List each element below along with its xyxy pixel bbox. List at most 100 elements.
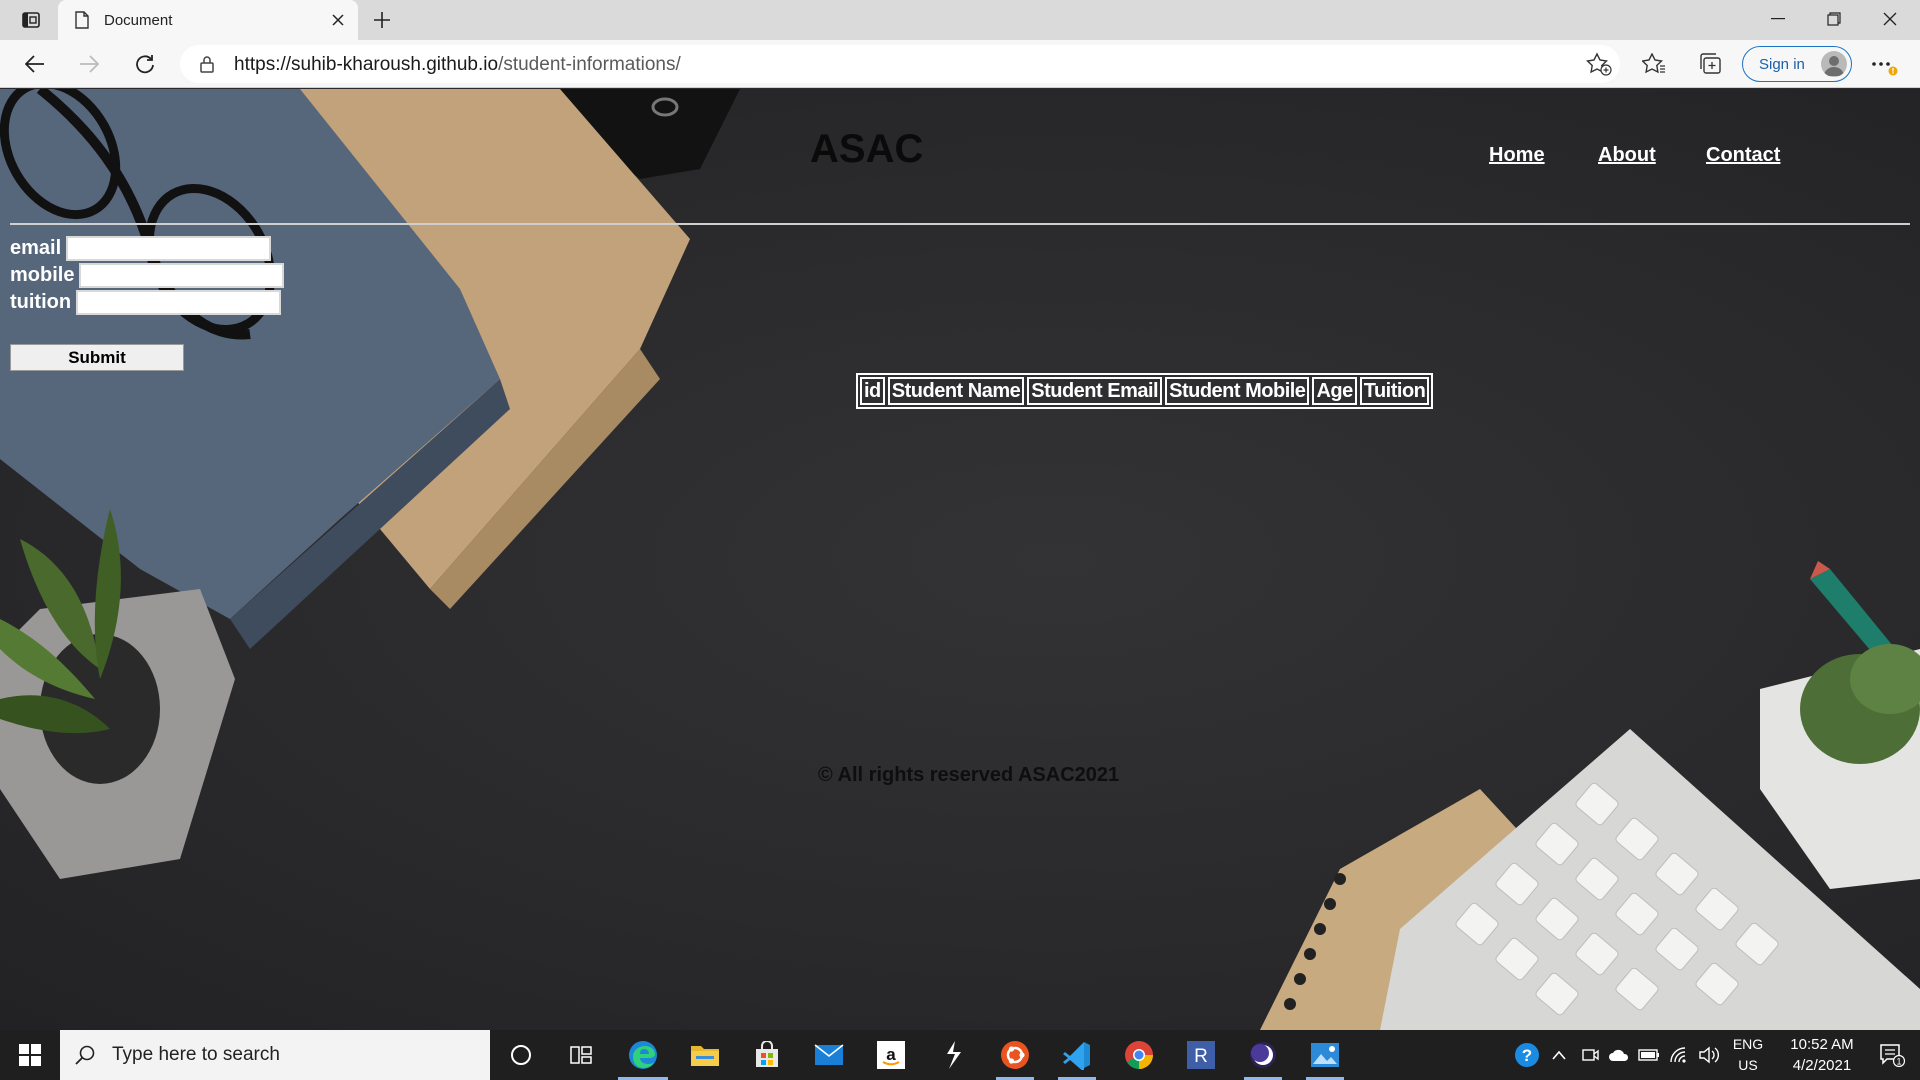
taskbar-chrome[interactable] bbox=[1108, 1030, 1170, 1080]
taskbar-mail[interactable] bbox=[798, 1030, 860, 1080]
svg-text:R: R bbox=[1194, 1046, 1208, 1067]
document-icon bbox=[74, 10, 90, 30]
taskbar-clock[interactable]: 10:52 AM 4/2/2021 bbox=[1772, 1034, 1872, 1076]
store-icon bbox=[756, 1041, 778, 1067]
sign-in-label: Sign in bbox=[1759, 55, 1805, 73]
add-favorite-icon[interactable] bbox=[1586, 52, 1612, 76]
mobile-row: mobile bbox=[10, 262, 285, 289]
tab-title: Document bbox=[104, 11, 173, 29]
taskbar-photos[interactable] bbox=[1294, 1030, 1356, 1080]
eclipse-icon bbox=[1250, 1042, 1276, 1068]
students-table: id Student Name Student Email Student Mo… bbox=[856, 373, 1434, 409]
more-icon bbox=[1872, 62, 1898, 76]
show-hidden-icons-button[interactable] bbox=[1548, 1030, 1570, 1080]
search-placeholder: Type here to search bbox=[112, 1044, 280, 1065]
input-language-indicator[interactable]: ENG US bbox=[1726, 1034, 1770, 1076]
close-icon bbox=[1883, 12, 1897, 26]
tuition-field[interactable] bbox=[76, 290, 282, 315]
taskbar-vscode[interactable] bbox=[1046, 1030, 1108, 1080]
email-field[interactable] bbox=[66, 236, 272, 261]
collections-icon bbox=[1700, 53, 1721, 74]
language-code: ENG bbox=[1732, 1036, 1764, 1052]
taskbar-ubuntu[interactable] bbox=[984, 1030, 1046, 1080]
minimize-icon bbox=[1771, 18, 1785, 20]
nav-link-contact[interactable]: Contact bbox=[1706, 144, 1780, 167]
volume-icon bbox=[1699, 1046, 1719, 1064]
minimize-button[interactable] bbox=[1750, 0, 1806, 38]
address-bar[interactable]: https://suhib-kharoush.github.io/student… bbox=[180, 45, 1620, 83]
taskbar-store[interactable] bbox=[736, 1030, 798, 1080]
back-arrow-icon bbox=[25, 55, 44, 73]
notification-count: 1 bbox=[1896, 1057, 1901, 1067]
taskbar-r[interactable]: R bbox=[1170, 1030, 1232, 1080]
chrome-icon bbox=[1125, 1041, 1153, 1069]
battery-icon bbox=[1638, 1049, 1659, 1061]
email-label: email bbox=[10, 237, 62, 259]
ubuntu-icon bbox=[1001, 1041, 1029, 1069]
task-view-button[interactable] bbox=[550, 1030, 612, 1080]
taskbar-edge[interactable] bbox=[612, 1030, 674, 1080]
restore-button[interactable] bbox=[1806, 0, 1862, 38]
footer-copyright: © All rights reserved ASAC2021 bbox=[818, 764, 1120, 786]
wifi-icon bbox=[1670, 1047, 1686, 1063]
collections-button[interactable] bbox=[1696, 50, 1724, 78]
clock-date: 4/2/2021 bbox=[1792, 1057, 1852, 1074]
email-row: email bbox=[10, 235, 284, 262]
start-button[interactable] bbox=[0, 1030, 60, 1080]
cortana-button[interactable] bbox=[490, 1030, 552, 1080]
submit-button[interactable]: Submit bbox=[10, 344, 184, 371]
taskbar-swift[interactable] bbox=[922, 1030, 984, 1080]
column-header-age: Age bbox=[1312, 377, 1357, 405]
tuition-label: tuition bbox=[10, 291, 72, 313]
favorites-button[interactable] bbox=[1640, 50, 1668, 78]
column-header-tuition: Tuition bbox=[1359, 377, 1430, 405]
site-title: ASAC bbox=[810, 127, 924, 171]
cortana-icon bbox=[511, 1045, 531, 1065]
vscode-icon bbox=[1063, 1042, 1090, 1070]
taskbar-search-box[interactable]: Type here to search bbox=[60, 1030, 490, 1080]
column-header-student-name: Student Name bbox=[887, 377, 1025, 405]
battery-tray-button[interactable] bbox=[1636, 1030, 1662, 1080]
amazon-icon: a bbox=[877, 1041, 905, 1069]
refresh-icon bbox=[136, 55, 154, 74]
sign-in-button[interactable]: Sign in bbox=[1742, 46, 1852, 82]
forward-arrow-icon bbox=[80, 55, 99, 73]
taskbar-file-explorer[interactable] bbox=[674, 1030, 736, 1080]
meet-now-tray-button[interactable] bbox=[1578, 1030, 1602, 1080]
swift-icon bbox=[947, 1041, 961, 1069]
tab-actions-icon bbox=[22, 12, 40, 28]
close-window-button[interactable] bbox=[1862, 0, 1918, 38]
meet-now-icon bbox=[1582, 1049, 1599, 1061]
column-header-id: id bbox=[860, 377, 885, 405]
column-header-student-mobile: Student Mobile bbox=[1165, 377, 1310, 405]
mobile-field[interactable] bbox=[79, 263, 285, 288]
forward-button[interactable] bbox=[72, 48, 106, 80]
tuition-row: tuition bbox=[10, 289, 284, 316]
avatar-icon bbox=[1821, 51, 1847, 77]
volume-tray-button[interactable] bbox=[1696, 1030, 1722, 1080]
mail-icon bbox=[814, 1044, 844, 1065]
column-header-student-email: Student Email bbox=[1027, 377, 1163, 405]
url-text: https://suhib-kharoush.github.io/student… bbox=[234, 54, 681, 76]
nav-link-about[interactable]: About bbox=[1598, 144, 1656, 167]
settings-more-button[interactable] bbox=[1870, 50, 1898, 78]
help-tray-button[interactable]: ? bbox=[1510, 1030, 1544, 1080]
nav-link-home[interactable]: Home bbox=[1489, 144, 1545, 167]
action-center-button[interactable]: 1 bbox=[1872, 1030, 1912, 1080]
url-path: /student-informations/ bbox=[498, 54, 681, 75]
onedrive-tray-button[interactable] bbox=[1606, 1030, 1632, 1080]
photos-icon bbox=[1311, 1043, 1339, 1067]
browser-toolbar: https://suhib-kharoush.github.io/student… bbox=[0, 40, 1920, 88]
r-icon: R bbox=[1187, 1041, 1215, 1069]
svg-text:a: a bbox=[886, 1045, 896, 1064]
back-button[interactable] bbox=[18, 48, 52, 80]
tab-actions-button[interactable] bbox=[14, 8, 48, 32]
taskbar-eclipse[interactable] bbox=[1232, 1030, 1294, 1080]
new-tab-button[interactable] bbox=[368, 6, 396, 34]
wifi-tray-button[interactable] bbox=[1666, 1030, 1692, 1080]
browser-tab[interactable]: Document bbox=[58, 0, 358, 40]
close-tab-icon[interactable] bbox=[328, 10, 348, 30]
mobile-label: mobile bbox=[10, 264, 75, 286]
refresh-button[interactable] bbox=[128, 48, 162, 80]
taskbar-amazon[interactable]: a bbox=[860, 1030, 922, 1080]
